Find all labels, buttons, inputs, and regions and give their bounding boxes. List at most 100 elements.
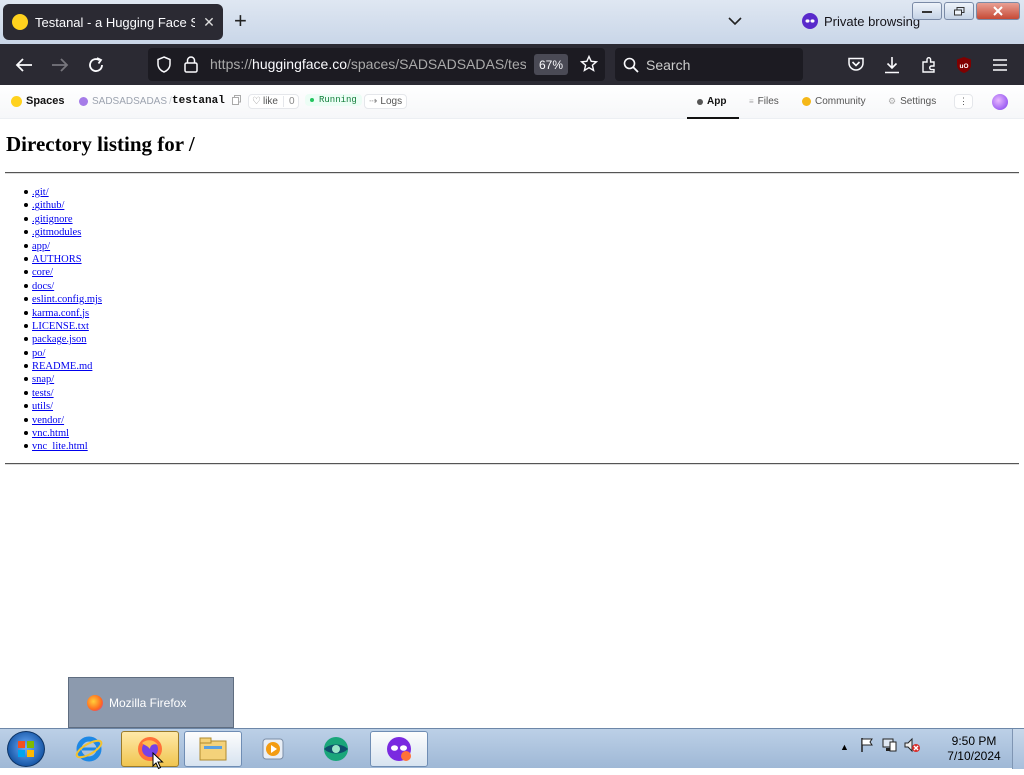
browser-tab-active[interactable]: Testanal - a Hugging Face Space by SADSA…	[3, 4, 223, 40]
hf-space-header: Spaces SADSADSADAS / testanal ♡ like 0 R…	[0, 85, 1024, 119]
file-link[interactable]: README.md	[32, 361, 92, 372]
address-bar[interactable]: https://huggingface.co/spaces/SADSADSADA…	[148, 48, 605, 81]
file-link[interactable]: core/	[32, 267, 53, 278]
close-window-button[interactable]	[976, 2, 1020, 20]
minimize-button[interactable]	[912, 2, 942, 20]
ublock-origin-icon[interactable]: uO	[953, 54, 975, 76]
forward-arrow-icon[interactable]	[49, 54, 71, 76]
private-browsing-label: Private browsing	[824, 13, 921, 29]
tab-settings-label: Settings	[900, 96, 937, 107]
show-hidden-icons-chevron-up-icon[interactable]: ▲	[840, 742, 849, 752]
tab-close-icon[interactable]: ✕	[201, 14, 217, 31]
file-link[interactable]: .github/	[32, 200, 64, 211]
action-center-flag-icon[interactable]	[859, 737, 875, 756]
file-list-item: .gitmodules	[24, 226, 102, 239]
file-link[interactable]: package.json	[32, 334, 87, 345]
zoom-level-button[interactable]: 67%	[534, 54, 568, 75]
spaces-link[interactable]: Spaces	[11, 95, 65, 107]
firefox-private-taskbar-icon[interactable]	[370, 731, 428, 767]
user-avatar[interactable]	[992, 94, 1008, 110]
file-link[interactable]: vnc_lite.html	[32, 441, 88, 452]
like-button[interactable]: ♡ like 0	[248, 94, 299, 109]
file-link[interactable]: karma.conf.js	[32, 308, 89, 319]
file-list-item: tests/	[24, 387, 102, 400]
like-count: 0	[282, 96, 295, 107]
logs-button[interactable]: ⇢ Logs	[364, 94, 408, 109]
back-arrow-icon[interactable]	[13, 54, 35, 76]
directory-listing-page: Directory listing for / .git/.github/.gi…	[0, 119, 1024, 728]
list-all-tabs-chevron-down-icon[interactable]	[728, 13, 742, 31]
spaces-label: Spaces	[26, 95, 65, 107]
tab-settings[interactable]: ⚙ Settings	[888, 96, 936, 107]
file-list-item: .github/	[24, 199, 102, 212]
more-options-button[interactable]: ⋮	[954, 94, 973, 109]
file-link[interactable]: po/	[32, 348, 45, 359]
popup-label: Mozilla Firefox	[109, 695, 187, 710]
owner-avatar-icon	[79, 97, 88, 106]
heart-icon: ♡	[252, 96, 261, 107]
app-icon	[697, 98, 703, 105]
file-link[interactable]: snap/	[32, 374, 54, 385]
remote-desktop-taskbar-icon[interactable]	[307, 731, 365, 767]
file-link[interactable]: .gitignore	[32, 214, 73, 225]
tab-files[interactable]: ≡ Files	[749, 96, 779, 107]
status-text: Running	[319, 95, 357, 105]
file-explorer-taskbar-icon[interactable]	[184, 731, 242, 767]
show-desktop-button[interactable]	[1012, 729, 1024, 769]
status-dot-icon	[310, 98, 314, 102]
file-link[interactable]: tests/	[32, 388, 54, 399]
file-list-item: vendor/	[24, 414, 102, 427]
file-link[interactable]: docs/	[32, 281, 54, 292]
file-list-item: docs/	[24, 280, 102, 293]
hugging-face-logo-icon	[11, 95, 22, 107]
divider-top	[5, 172, 1019, 174]
clock-time: 9:50 PM	[951, 734, 997, 748]
file-link[interactable]: vnc.html	[32, 428, 69, 439]
taskbar-preview-popup[interactable]: Mozilla Firefox	[68, 677, 234, 728]
file-link[interactable]: .git/	[32, 187, 49, 198]
file-list-item: .gitignore	[24, 213, 102, 226]
repo-owner-link[interactable]: SADSADSADAS /	[79, 96, 174, 107]
browser-tab-strip: Testanal - a Hugging Face Space by SADSA…	[0, 0, 1024, 44]
tab-community[interactable]: Community	[802, 96, 866, 107]
start-button-windows-logo-icon[interactable]	[7, 731, 45, 767]
volume-muted-icon[interactable]	[903, 737, 921, 756]
url-text[interactable]: https://huggingface.co/spaces/SADSADSADA…	[210, 56, 526, 72]
taskbar-clock[interactable]: 9:50 PM 7/10/2024	[938, 734, 1010, 764]
file-link[interactable]: app/	[32, 241, 50, 252]
downloads-icon[interactable]	[881, 54, 903, 76]
extensions-puzzle-icon[interactable]	[918, 54, 940, 76]
file-list-item: AUTHORS	[24, 253, 102, 266]
logs-icon: ⇢	[369, 96, 378, 107]
ublock-label: uO	[959, 63, 968, 70]
new-tab-button[interactable]: +	[234, 10, 247, 32]
bookmark-star-icon[interactable]	[579, 54, 599, 78]
tab-title: Testanal - a Hugging Face Space by SADSA…	[35, 14, 195, 30]
site-info-shield-icon[interactable]	[156, 56, 172, 78]
file-list-item: snap/	[24, 373, 102, 386]
media-player-taskbar-icon[interactable]	[244, 731, 302, 767]
file-link[interactable]: utils/	[32, 401, 53, 412]
internet-explorer-taskbar-icon[interactable]	[60, 731, 118, 767]
hamburger-menu-icon[interactable]	[989, 54, 1011, 76]
file-link[interactable]: vendor/	[32, 415, 64, 426]
file-link[interactable]: LICENSE.txt	[32, 321, 89, 332]
url-domain: huggingface.co	[252, 56, 347, 72]
restore-button[interactable]	[944, 2, 974, 20]
search-field[interactable]: Search	[615, 48, 803, 81]
lock-icon[interactable]	[184, 56, 198, 78]
url-prefix: https://	[210, 56, 253, 72]
file-list-item: LICENSE.txt	[24, 320, 102, 333]
file-link[interactable]: .gitmodules	[32, 227, 81, 238]
firefox-taskbar-icon[interactable]	[121, 731, 179, 767]
file-list-item: eslint.config.mjs	[24, 293, 102, 306]
file-list-item: vnc.html	[24, 427, 102, 440]
repo-name[interactable]: testanal	[172, 95, 225, 107]
file-link[interactable]: eslint.config.mjs	[32, 294, 102, 305]
copy-icon[interactable]	[232, 95, 241, 105]
file-link[interactable]: AUTHORS	[32, 254, 82, 265]
pocket-icon[interactable]	[845, 54, 867, 76]
network-icon[interactable]	[881, 737, 897, 756]
reload-icon[interactable]	[85, 54, 107, 76]
tab-app[interactable]: App	[697, 96, 726, 107]
